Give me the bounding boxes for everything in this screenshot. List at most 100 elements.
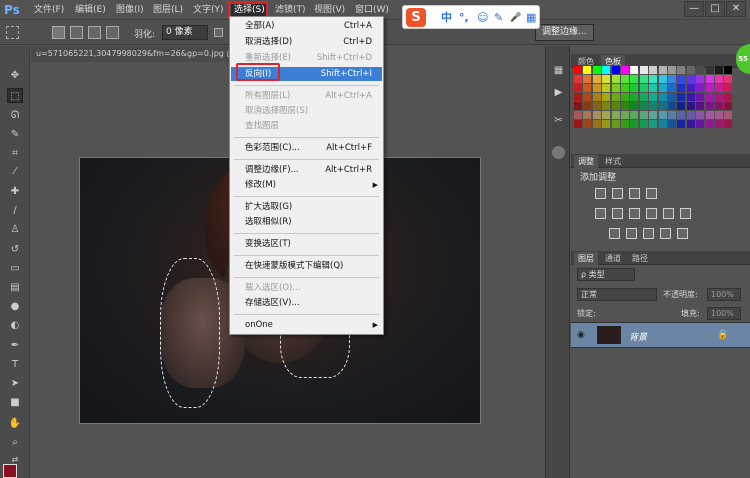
move-tool-icon[interactable]: ✥ [7, 68, 23, 83]
color-swatch[interactable] [639, 102, 648, 110]
color-swatch[interactable] [574, 120, 582, 128]
color-swatch[interactable] [649, 75, 658, 83]
color-swatch[interactable] [686, 93, 695, 101]
levels-icon[interactable] [612, 188, 623, 199]
add-selection-icon[interactable] [70, 26, 83, 39]
blend-mode-select[interactable]: 正常 [577, 288, 657, 301]
color-swatch[interactable] [574, 102, 582, 110]
color-swatch[interactable] [686, 66, 695, 74]
maximize-button[interactable]: □ [705, 1, 725, 17]
color-swatch[interactable] [602, 111, 611, 119]
color-swatch[interactable] [686, 111, 695, 119]
close-button[interactable]: ✕ [726, 1, 746, 17]
color-swatch[interactable] [696, 120, 705, 128]
crop-tool-icon[interactable]: ⌗ [7, 146, 23, 161]
color-swatch[interactable] [668, 75, 676, 83]
tab-channels[interactable]: 通道 [601, 252, 625, 265]
color-swatch[interactable] [583, 102, 592, 110]
menu-type[interactable]: 文字(Y) [193, 4, 224, 17]
zoom-tool-icon[interactable]: ⌕ [7, 435, 23, 450]
color-swatch[interactable] [715, 66, 723, 74]
color-swatch[interactable] [602, 120, 611, 128]
color-swatch[interactable] [611, 66, 620, 74]
gradient-map-icon[interactable] [660, 228, 671, 239]
shape-tool-icon[interactable]: ■ [7, 395, 23, 410]
color-swatch[interactable] [602, 102, 611, 110]
menu-item-save-selection[interactable]: 存储选区(V)... [231, 296, 382, 310]
color-swatch[interactable] [724, 120, 733, 128]
color-swatch[interactable] [602, 66, 611, 74]
marquee-tool-icon[interactable]: ⬚ [7, 88, 23, 103]
menu-item-load-selection[interactable]: 载入选区(O)... [231, 281, 382, 295]
color-swatch[interactable] [630, 120, 639, 128]
exposure-icon[interactable] [646, 188, 657, 199]
dodge-tool-icon[interactable]: ◐ [7, 318, 23, 333]
color-swatch[interactable] [668, 120, 676, 128]
healing-brush-tool-icon[interactable]: ✚ [7, 184, 23, 199]
color-swatch[interactable] [621, 102, 629, 110]
color-swatch[interactable] [668, 93, 676, 101]
menu-image[interactable]: 图像(I) [116, 4, 144, 17]
color-swatch[interactable] [677, 93, 686, 101]
menu-item-color-range[interactable]: 色彩范围(C)... Alt+Ctrl+F [231, 141, 382, 155]
ime-emoji-icon[interactable]: ☺ [477, 10, 488, 26]
color-swatch[interactable] [668, 102, 676, 110]
actions-panel-icon[interactable]: ▶ [552, 86, 565, 99]
color-swatch[interactable] [724, 111, 733, 119]
color-swatch[interactable] [649, 102, 658, 110]
menu-file[interactable]: 文件(F) [34, 4, 64, 17]
foreground-color-swatch[interactable] [3, 464, 17, 478]
color-swatch[interactable] [583, 66, 592, 74]
color-swatch[interactable] [668, 111, 676, 119]
pen-tool-icon[interactable]: ✒ [7, 338, 23, 353]
color-swatch[interactable] [715, 84, 723, 92]
color-swatch[interactable] [630, 84, 639, 92]
color-swatch[interactable] [639, 93, 648, 101]
color-swatch[interactable] [715, 93, 723, 101]
brightness-icon[interactable] [595, 188, 606, 199]
refine-edge-button[interactable]: 调整边缘... [535, 24, 594, 41]
color-balance-icon[interactable] [629, 208, 640, 219]
quick-select-tool-icon[interactable]: ✎ [7, 127, 23, 142]
color-swatch[interactable] [592, 84, 601, 92]
color-swatch[interactable] [677, 75, 686, 83]
color-swatch[interactable] [649, 93, 658, 101]
color-swatch[interactable] [724, 84, 733, 92]
menu-item-transform-selection[interactable]: 变换选区(T) [231, 237, 382, 251]
menu-item-similar[interactable]: 选取相似(R) [231, 215, 382, 229]
menu-item-modify[interactable]: 修改(M) ▶ [231, 178, 382, 192]
selective-color-icon[interactable] [677, 228, 688, 239]
color-swatch[interactable] [649, 66, 658, 74]
color-swatch[interactable] [658, 84, 667, 92]
color-swatch[interactable] [686, 102, 695, 110]
color-swatch[interactable] [696, 84, 705, 92]
eraser-tool-icon[interactable]: ▭ [7, 261, 23, 276]
menu-item-all[interactable]: 全部(A) Ctrl+A [231, 19, 382, 33]
color-swatch[interactable] [630, 66, 639, 74]
color-swatch[interactable] [677, 102, 686, 110]
color-swatch[interactable] [677, 66, 686, 74]
color-swatch[interactable] [574, 84, 582, 92]
color-swatch[interactable] [611, 75, 620, 83]
color-swatch[interactable] [574, 66, 582, 74]
blur-tool-icon[interactable]: ● [7, 299, 23, 314]
plugin-panel-icon[interactable] [552, 146, 565, 159]
tab-adjustments[interactable]: 调整 [574, 155, 598, 168]
color-swatch[interactable] [611, 93, 620, 101]
color-swatch[interactable] [705, 84, 714, 92]
color-swatch[interactable] [621, 120, 629, 128]
color-swatch[interactable] [724, 66, 733, 74]
color-swatch[interactable] [630, 102, 639, 110]
color-swatch[interactable] [696, 111, 705, 119]
subtract-selection-icon[interactable] [88, 26, 101, 39]
color-swatch[interactable] [630, 75, 639, 83]
ime-toolbox-icon[interactable]: ▦ [526, 10, 536, 26]
color-swatch[interactable] [592, 120, 601, 128]
menu-layer[interactable]: 图层(L) [153, 4, 183, 17]
color-swatch[interactable] [592, 102, 601, 110]
document-tab[interactable]: u=571065221,3047998029&fm=26&gp=0.jpg @ [31, 46, 231, 62]
color-swatch[interactable] [705, 75, 714, 83]
brush-tool-icon[interactable]: ∕ [7, 203, 23, 218]
menu-item-all-layers[interactable]: 所有图层(L) Alt+Ctrl+A [231, 89, 382, 103]
color-swatch[interactable] [630, 111, 639, 119]
